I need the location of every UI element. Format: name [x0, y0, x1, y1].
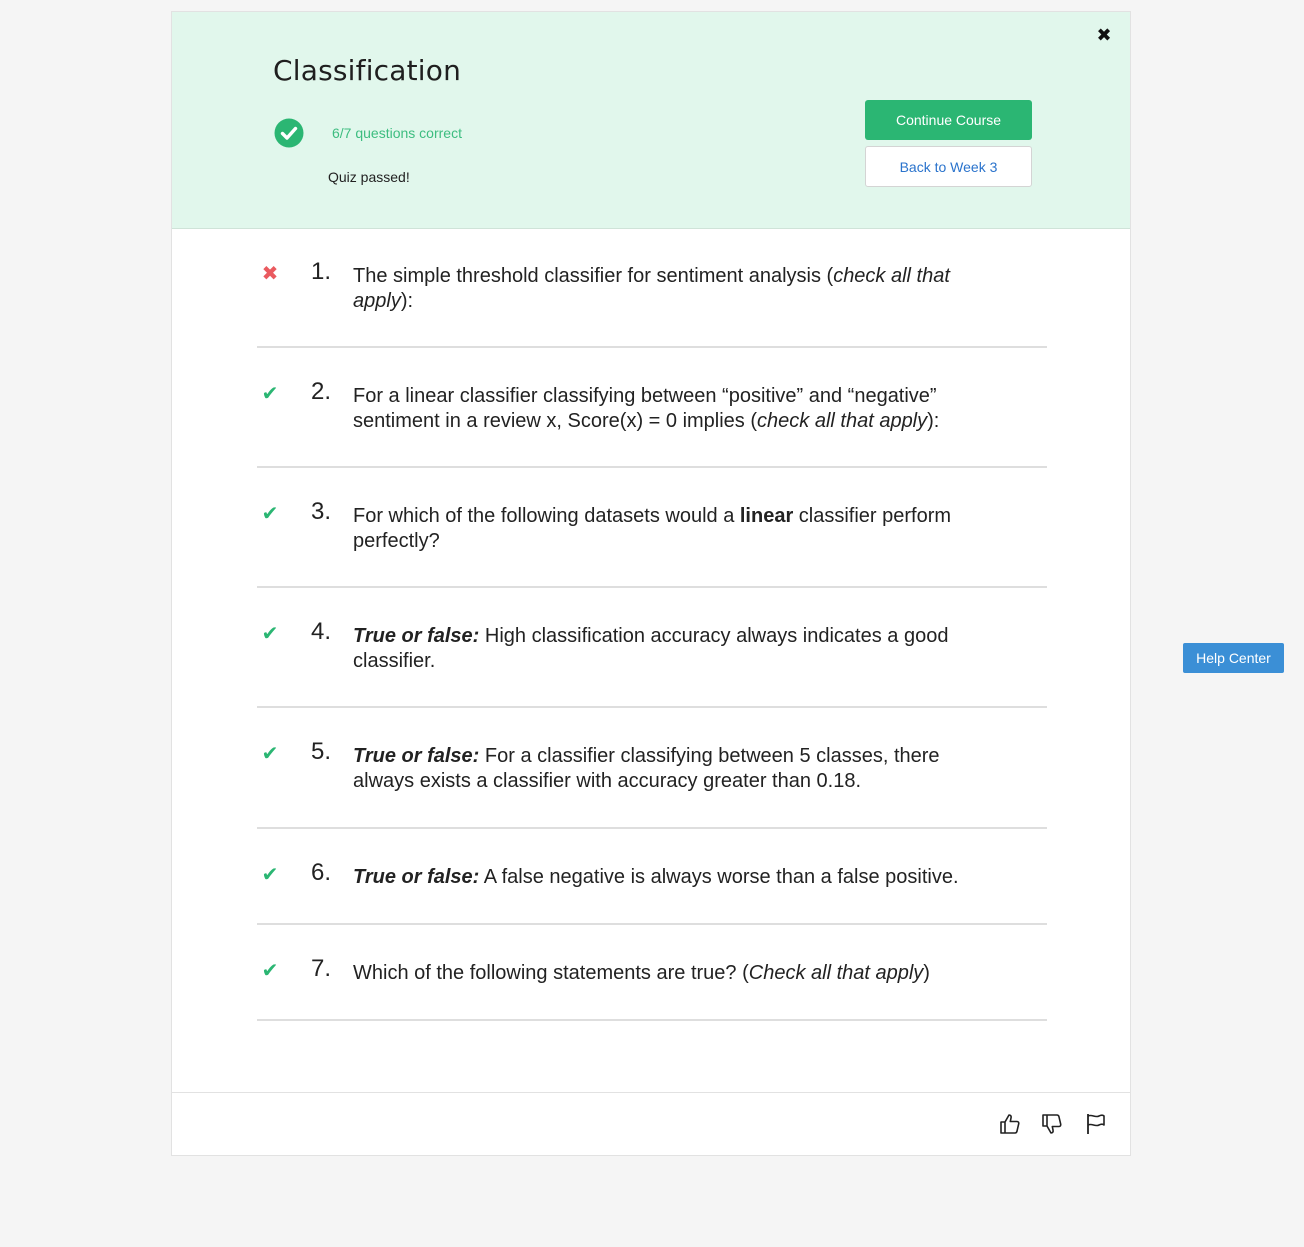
question-text-part: ) — [923, 962, 930, 984]
correct-check-icon: ✔ — [261, 958, 279, 982]
question-text: True or false: For a classifier classify… — [353, 744, 973, 794]
close-icon[interactable]: ✖ — [1094, 26, 1114, 46]
question-number: 1. — [311, 258, 332, 285]
question-text: True or false: High classification accur… — [353, 624, 973, 674]
question-text-part: ): — [400, 290, 414, 312]
check-circle-icon — [274, 118, 304, 148]
back-to-week-button[interactable]: Back to Week 3 — [865, 146, 1032, 187]
question-row[interactable]: ✔ 3. For which of the following datasets w… — [257, 468, 1047, 588]
correct-check-icon: ✔ — [261, 501, 279, 525]
correct-check-icon: ✔ — [261, 621, 279, 645]
question-list: ✖ 1. The simple threshold classifier for s… — [257, 228, 1047, 1021]
status-text: Quiz passed! — [328, 169, 410, 185]
question-row[interactable]: ✔ 2. For a linear classifier classifying b… — [257, 348, 1047, 468]
question-row[interactable]: ✔ 7. Which of the following statements are… — [257, 925, 1047, 1021]
question-row[interactable]: ✔ 4. True or false: High classification ac… — [257, 588, 1047, 708]
question-text-part: True or false: — [353, 745, 480, 767]
correct-check-icon: ✔ — [261, 381, 279, 405]
question-number: 6. — [311, 859, 332, 886]
question-text: The simple threshold classifier for sent… — [353, 264, 973, 314]
question-text: For which of the following datasets woul… — [353, 504, 973, 554]
question-row[interactable]: ✔ 5. True or false: For a classifier class… — [257, 708, 1047, 829]
question-row[interactable]: ✖ 1. The simple threshold classifier for s… — [257, 228, 1047, 348]
question-number: 2. — [311, 378, 332, 405]
question-text-part: A false negative is always worse than a … — [479, 866, 959, 888]
question-row[interactable]: ✔ 6. True or false: A false negative is al… — [257, 829, 1047, 925]
question-text: Which of the following statements are tr… — [353, 961, 973, 986]
thumbs-up-icon[interactable] — [998, 1112, 1022, 1136]
quiz-result-card: ✖ Classification 6/7 questions correct Q… — [171, 11, 1131, 1156]
question-text-part: linear — [739, 505, 794, 527]
question-text: True or false: A false negative is alway… — [353, 865, 973, 890]
question-text-part: For which of the following datasets woul… — [353, 505, 740, 527]
flag-icon[interactable] — [1084, 1112, 1108, 1136]
question-text-part: Check all that apply — [748, 962, 924, 984]
question-text-part: ): — [927, 410, 940, 432]
incorrect-x-icon: ✖ — [261, 261, 279, 285]
score-text: 6/7 questions correct — [332, 125, 462, 141]
question-text-part: True or false: — [353, 625, 480, 647]
question-number: 5. — [311, 738, 332, 765]
quiz-result-header: ✖ Classification 6/7 questions correct Q… — [172, 12, 1130, 229]
thumbs-down-icon[interactable] — [1040, 1112, 1064, 1136]
correct-check-icon: ✔ — [261, 862, 279, 886]
page-title: Classification — [273, 54, 462, 87]
question-text: For a linear classifier classifying betw… — [353, 384, 973, 434]
question-text-part: The simple threshold classifier for sent… — [353, 265, 834, 287]
question-text-part: True or false: — [353, 866, 480, 888]
question-text-part: Which of the following statements are tr… — [353, 962, 749, 984]
question-number: 4. — [311, 618, 332, 645]
correct-check-icon: ✔ — [261, 741, 279, 765]
question-number: 7. — [311, 955, 332, 982]
question-text-part: check all that apply — [757, 410, 928, 432]
question-number: 3. — [311, 498, 332, 525]
continue-course-button[interactable]: Continue Course — [865, 100, 1032, 140]
footer-divider — [172, 1092, 1130, 1093]
help-center-button[interactable]: Help Center — [1183, 643, 1284, 673]
